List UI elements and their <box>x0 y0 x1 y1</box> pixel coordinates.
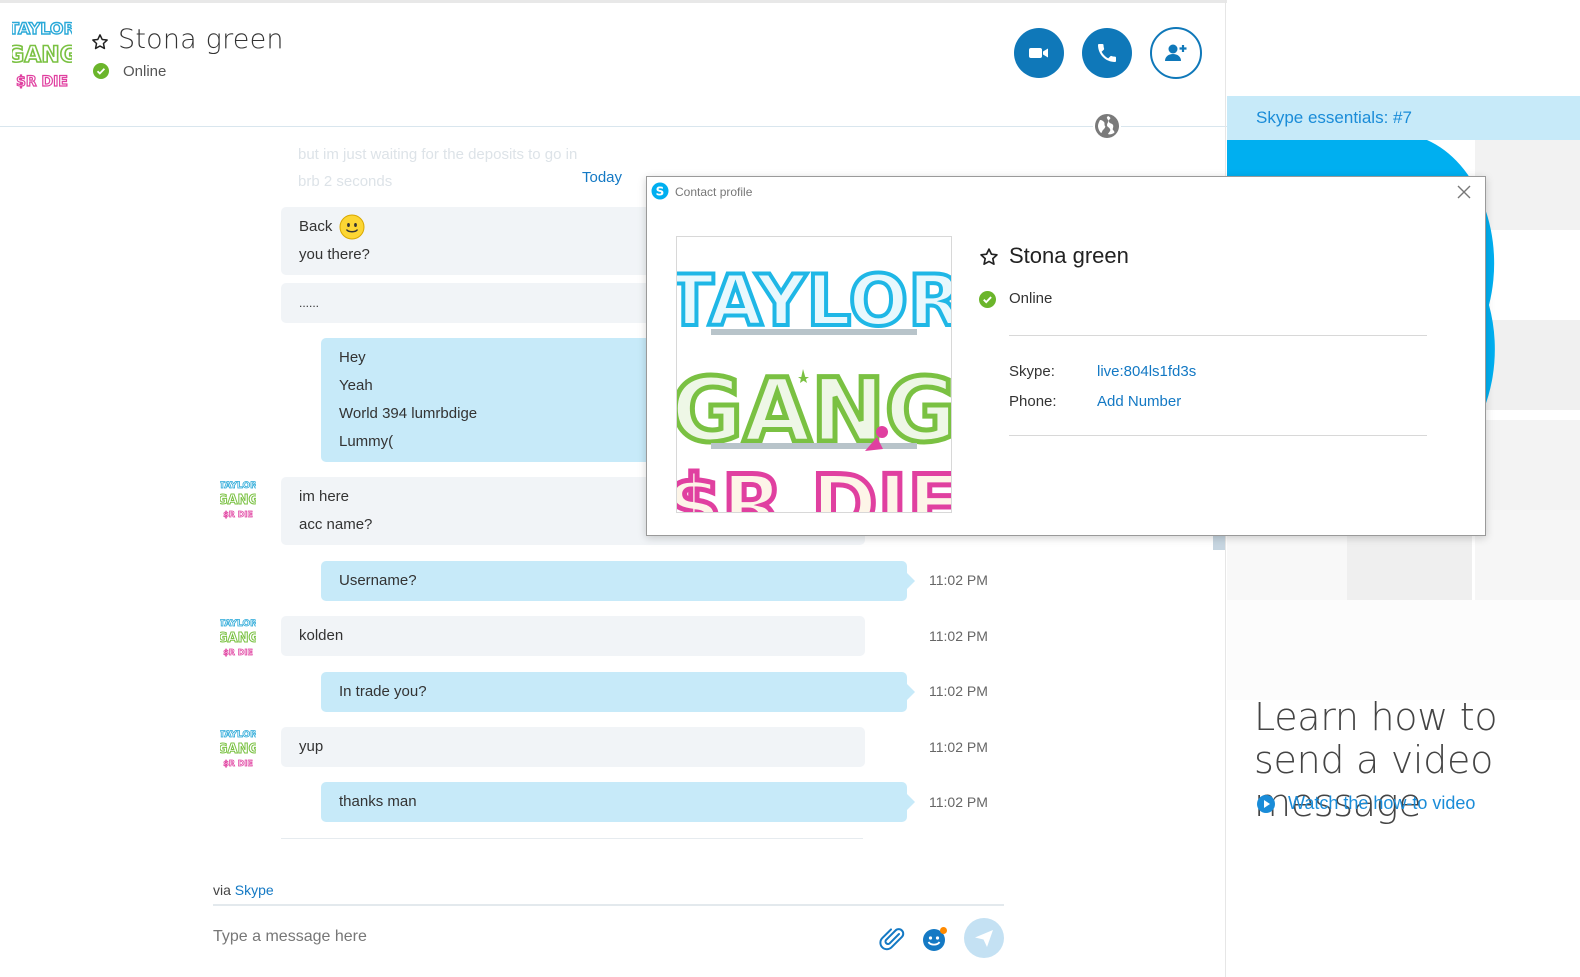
favorite-star-icon[interactable] <box>979 247 999 267</box>
header-separator <box>0 126 1227 127</box>
essentials-label: Skype essentials: #7 <box>1256 108 1412 127</box>
logo-text-die: $R DIE <box>676 458 952 513</box>
svg-text:GANG: GANG <box>12 43 72 68</box>
phone-label: Phone: <box>1009 393 1057 410</box>
dialog-title: Contact profile <box>675 185 753 199</box>
message-timestamp: 11:02 PM <box>929 794 988 810</box>
skype-id-value[interactable]: live:804ls1fd3s <box>1097 363 1196 380</box>
composer-separator <box>213 904 1004 906</box>
message-line: Username? <box>339 572 417 589</box>
message-line: thanks man <box>339 793 417 810</box>
add-people-button[interactable] <box>1150 27 1202 79</box>
message-avatar[interactable]: TAYLOR GANG $R DIE <box>220 725 256 769</box>
contact-avatar[interactable]: TAYLOR GANG $R DIE <box>12 14 72 90</box>
via-prefix: via <box>213 882 231 898</box>
voice-call-button[interactable] <box>1082 28 1132 78</box>
smile-emoticon-icon <box>339 214 365 240</box>
send-button[interactable] <box>964 918 1004 958</box>
svg-text:$R DIE: $R DIE <box>223 510 253 519</box>
svg-text:TAYLOR: TAYLOR <box>220 730 256 740</box>
partial-message-edge <box>281 838 863 839</box>
contact-status: Online <box>123 63 167 80</box>
message-input[interactable] <box>213 920 853 954</box>
profile-separator <box>1009 335 1427 336</box>
message-bubble-outgoing[interactable]: Username? <box>321 561 915 601</box>
via-skype-label: via Skype <box>213 882 274 898</box>
svg-text:S: S <box>656 185 665 199</box>
message-timestamp: 11:02 PM <box>929 683 988 699</box>
message-bubble-incoming[interactable]: kolden <box>281 616 865 656</box>
message-line: kolden <box>299 627 344 644</box>
message-line: yup <box>299 738 324 755</box>
faded-message-line: brb 2 seconds <box>298 173 393 190</box>
profile-separator <box>1009 435 1427 436</box>
phone-icon <box>1098 44 1116 62</box>
svg-text:$R DIE: $R DIE <box>223 759 253 768</box>
svg-text:$R DIE: $R DIE <box>16 74 68 90</box>
add-person-icon <box>1165 44 1187 61</box>
dialog-close-button[interactable] <box>1453 181 1475 203</box>
globe-icon[interactable] <box>1092 111 1122 141</box>
svg-text:GANG: GANG <box>220 631 256 646</box>
online-status-icon <box>93 63 109 79</box>
video-call-button[interactable] <box>1014 28 1064 78</box>
profile-picture: TAYLOR GANG $R DIE <box>676 236 952 513</box>
watch-video-link[interactable]: Watch the how-to video <box>1288 793 1475 814</box>
message-avatar[interactable]: TAYLOR GANG $R DIE <box>220 476 256 520</box>
date-divider: Today <box>582 169 623 186</box>
play-icon[interactable] <box>1256 794 1276 814</box>
contact-profile-dialog[interactable]: S Contact profile TAYLOR GANG $R DIE Sto… <box>646 176 1486 536</box>
via-skype-link[interactable]: Skype <box>235 882 274 898</box>
svg-text:TAYLOR: TAYLOR <box>220 481 256 491</box>
contact-name: Stona green <box>118 24 284 55</box>
svg-text:$R DIE: $R DIE <box>223 648 253 657</box>
header-top-border <box>0 0 1227 3</box>
favorite-star-icon[interactable] <box>91 33 109 51</box>
skype-id-label: Skype: <box>1009 363 1055 380</box>
emoticon-picker-icon[interactable] <box>920 924 950 954</box>
scrollbar-thumb[interactable] <box>1213 536 1225 550</box>
message-timestamp: 11:02 PM <box>929 572 988 588</box>
message-avatar[interactable]: TAYLOR GANG $R DIE <box>220 614 256 658</box>
svg-text:TAYLOR: TAYLOR <box>12 19 72 38</box>
message-bubble-outgoing[interactable]: thanks man <box>321 782 915 822</box>
message-bubble-outgoing[interactable]: In trade you? <box>321 672 915 712</box>
profile-status: Online <box>1009 290 1053 307</box>
profile-name: Stona green <box>1009 243 1129 268</box>
close-icon <box>1457 185 1471 199</box>
faded-message-line: but im just waiting for the deposits to … <box>298 146 578 163</box>
message-line: In trade you? <box>339 683 427 700</box>
message-timestamp: 11:02 PM <box>929 628 988 644</box>
svg-text:GANG: GANG <box>220 493 256 508</box>
video-camera-icon <box>1029 48 1048 58</box>
svg-text:GANG: GANG <box>220 742 256 757</box>
add-number-link[interactable]: Add Number <box>1097 393 1181 410</box>
message-timestamp: 11:02 PM <box>929 739 988 755</box>
svg-text:TAYLOR: TAYLOR <box>220 619 256 629</box>
send-icon <box>975 930 993 947</box>
skype-logo-icon: S <box>651 182 669 200</box>
online-status-icon <box>979 291 996 308</box>
message-bubble-incoming[interactable]: yup <box>281 727 865 767</box>
attach-file-icon[interactable] <box>878 924 906 952</box>
